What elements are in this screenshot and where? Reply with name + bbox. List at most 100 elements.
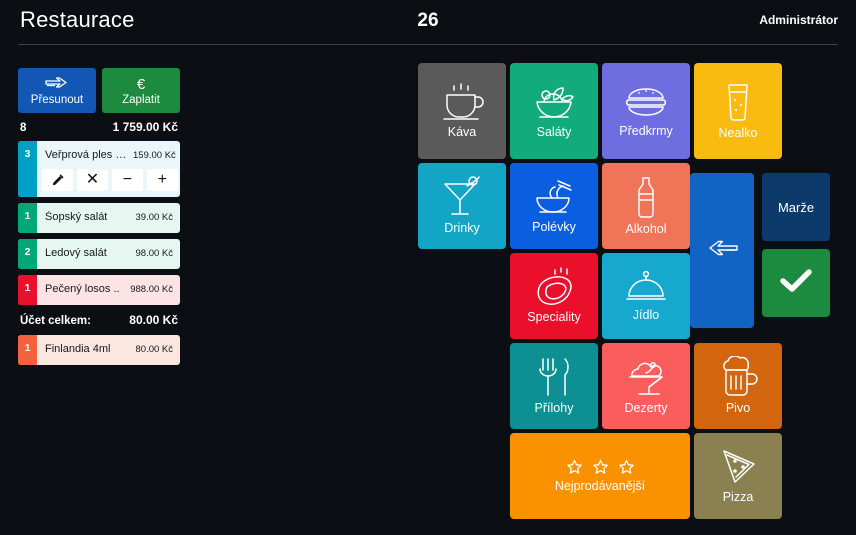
category-tile-fork-knife[interactable]: Přílohy	[510, 343, 598, 429]
category-tile-label: Pizza	[722, 490, 754, 505]
order-item-price: 988.00 Kč	[130, 283, 173, 295]
category-tile-coffee-cup[interactable]: Káva	[418, 63, 506, 159]
increase-qty-button[interactable]: +	[146, 169, 178, 191]
category-tile-label: Nealko	[718, 126, 758, 141]
order-items-list: 3 Veřprová ples s .. 159.00 Kč ✕ − +1 Šopský s…	[18, 141, 180, 305]
salad-bowl-icon	[532, 82, 576, 122]
beer-mug-icon	[718, 356, 758, 398]
category-tile-label: Pivo	[725, 401, 751, 416]
order-item-body: Šopský salát 39.00 Kč	[37, 203, 180, 233]
margin-label: Marže	[777, 199, 815, 215]
order-item-line: Ledový salát 98.00 Kč	[37, 239, 180, 267]
category-grid: Pizza Nejprodávanější Pivo Dezerty Přílohy Jí…	[418, 63, 842, 519]
order-item-body: Finlandia 4ml 80.00 Kč	[37, 335, 180, 365]
order-item-actions: ✕ − +	[37, 169, 180, 197]
bill-total-label: Účet celkem:	[20, 315, 91, 327]
category-tile-label: Dezerty	[624, 401, 668, 416]
extra-items-list: 1 Finlandia 4ml 80.00 Kč	[18, 335, 180, 365]
coffee-cup-icon	[440, 82, 484, 122]
back-button[interactable]	[690, 173, 754, 328]
category-tile-beer-mug[interactable]: Pivo	[694, 343, 782, 429]
current-user-label[interactable]: Administrátor	[759, 13, 838, 27]
bottle-icon	[631, 175, 661, 219]
pos-screen: Restaurace 26 Administrátor Přesunout € …	[0, 0, 856, 535]
order-item-price: 80.00 Kč	[135, 343, 174, 355]
category-tile-label: Polévky	[532, 220, 576, 235]
category-tile-cloche[interactable]: Jídlo	[602, 253, 690, 339]
check-icon	[779, 268, 813, 299]
soda-glass-icon	[721, 81, 755, 123]
order-item-quantity: 1	[18, 203, 37, 233]
delete-item-button[interactable]: ✕	[76, 169, 108, 191]
margin-button[interactable]: Marže	[762, 173, 830, 241]
order-item-quantity: 2	[18, 239, 37, 269]
pencil-icon	[51, 174, 64, 187]
ice-cream-icon	[625, 356, 667, 398]
burger-icon	[624, 83, 668, 121]
plus-icon: +	[157, 171, 167, 188]
order-item-line: Finlandia 4ml 80.00 Kč	[37, 335, 180, 363]
move-order-button[interactable]: Přesunout	[18, 68, 96, 113]
category-tile-label: Drinky	[444, 221, 480, 236]
category-tile-label: Speciality	[527, 310, 581, 325]
category-tile-label: Nejprodávanější	[554, 478, 646, 493]
arrow-left-icon	[705, 239, 739, 262]
category-tile-label: Alkohol	[625, 222, 667, 237]
order-action-row: Přesunout € Zaplatit	[18, 68, 180, 113]
category-tile-burger[interactable]: Předkrmy	[602, 63, 690, 159]
order-panel: Přesunout € Zaplatit 8 1 759.00 Kč 3 Veřp…	[18, 68, 180, 371]
order-item-row[interactable]: 1 Pečený losos .. 988.00 Kč	[18, 275, 180, 305]
order-item-row[interactable]: 2 Ledový salát 98.00 Kč	[18, 239, 180, 269]
order-item-price: 159.00 Kč	[133, 149, 176, 161]
order-item-row[interactable]: 1 Šopský salát 39.00 Kč	[18, 203, 180, 233]
order-item-body: Veřprová ples s .. 159.00 Kč ✕ − +	[37, 141, 180, 197]
order-item-name: Ledový salát	[45, 247, 107, 259]
bill-total-row: Účet celkem: 80.00 Kč	[18, 311, 180, 327]
category-tile-cocktail[interactable]: Drinky	[418, 163, 506, 249]
order-item-line: Pečený losos .. 988.00 Kč	[37, 275, 180, 303]
order-item-name: Finlandia 4ml	[45, 343, 111, 355]
pizza-slice-icon	[718, 447, 758, 487]
noodle-bowl-icon	[532, 177, 576, 217]
confirm-button[interactable]	[762, 249, 830, 317]
order-item-name: Veřprová ples s ..	[45, 149, 129, 161]
app-header: Restaurace 26 Administrátor	[0, 0, 856, 45]
category-tile-soda-glass[interactable]: Nealko	[694, 63, 782, 159]
cloche-icon	[624, 269, 668, 305]
order-item-quantity: 1	[18, 275, 37, 305]
order-summary: 8 1 759.00 Kč	[18, 120, 180, 134]
category-tile-noodle-bowl[interactable]: Polévky	[510, 163, 598, 249]
category-tile-label: Káva	[447, 125, 477, 140]
order-item-name: Pečený losos ..	[45, 283, 120, 295]
cocktail-icon	[441, 176, 483, 218]
order-item-body: Ledový salát 98.00 Kč	[37, 239, 180, 269]
bill-total-value: 80.00 Kč	[129, 313, 178, 327]
euro-icon: €	[136, 75, 146, 93]
category-tile-label: Přílohy	[534, 401, 574, 416]
close-icon: ✕	[85, 171, 100, 188]
order-item-price: 98.00 Kč	[135, 247, 174, 259]
fork-knife-icon	[536, 356, 572, 398]
order-item-count: 8	[20, 122, 27, 134]
category-tile-three-stars[interactable]: Nejprodávanější	[510, 433, 690, 519]
decrease-qty-button[interactable]: −	[111, 169, 143, 191]
order-item-row[interactable]: 3 Veřprová ples s .. 159.00 Kč ✕ − +	[18, 141, 180, 197]
order-item-quantity: 3	[18, 141, 37, 197]
category-tile-steak[interactable]: Speciality	[510, 253, 598, 339]
order-item-line: Veřprová ples s .. 159.00 Kč	[37, 141, 180, 169]
category-tile-bottle[interactable]: Alkohol	[602, 163, 690, 249]
category-tile-label: Předkrmy	[619, 124, 673, 139]
category-tile-ice-cream[interactable]: Dezerty	[602, 343, 690, 429]
minus-icon: −	[122, 171, 133, 188]
steak-icon	[533, 267, 575, 307]
order-item-quantity: 1	[18, 335, 37, 365]
category-tile-pizza-slice[interactable]: Pizza	[694, 433, 782, 519]
order-item-price: 39.00 Kč	[135, 211, 174, 223]
order-item-row[interactable]: 1 Finlandia 4ml 80.00 Kč	[18, 335, 180, 365]
order-item-line: Šopský salát 39.00 Kč	[37, 203, 180, 231]
pay-order-button[interactable]: € Zaplatit	[102, 68, 180, 113]
pay-order-label: Zaplatit	[122, 94, 160, 106]
category-tile-salad-bowl[interactable]: Saláty	[510, 63, 598, 159]
order-item-name: Šopský salát	[45, 211, 108, 223]
edit-item-button[interactable]	[42, 169, 73, 191]
